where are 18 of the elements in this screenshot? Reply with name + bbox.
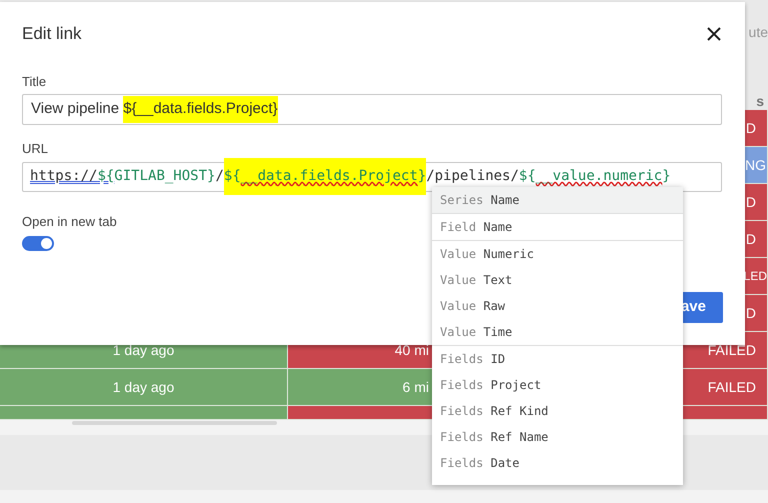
table-cell: FAILED — [683, 369, 768, 405]
suggestion-item[interactable]: Value Numeric — [432, 241, 683, 267]
suggestion-item[interactable]: Series Name — [432, 187, 683, 213]
suggestion-item[interactable]: Fields Project — [432, 372, 683, 398]
suggestion-item[interactable]: Value Text — [432, 267, 683, 293]
dialog-title: Edit link — [22, 23, 82, 45]
suggestion-item[interactable]: Fields Ref Name — [432, 424, 683, 450]
column-header: ute — [748, 23, 768, 42]
field-label: URL — [22, 140, 48, 158]
suggestion-item[interactable]: Fields Date — [432, 450, 683, 476]
table-cell: 1 day ago — [0, 369, 288, 405]
field-label: Title — [22, 72, 46, 90]
title-field[interactable]: View pipeline ${__data.fields.Project} — [22, 94, 722, 125]
column-header: s — [756, 92, 764, 111]
field-label: Open in new tab — [22, 212, 117, 231]
close-icon[interactable] — [707, 26, 721, 41]
toggle-switch[interactable] — [22, 236, 54, 251]
suggestion-item[interactable]: Field Name — [432, 214, 683, 240]
